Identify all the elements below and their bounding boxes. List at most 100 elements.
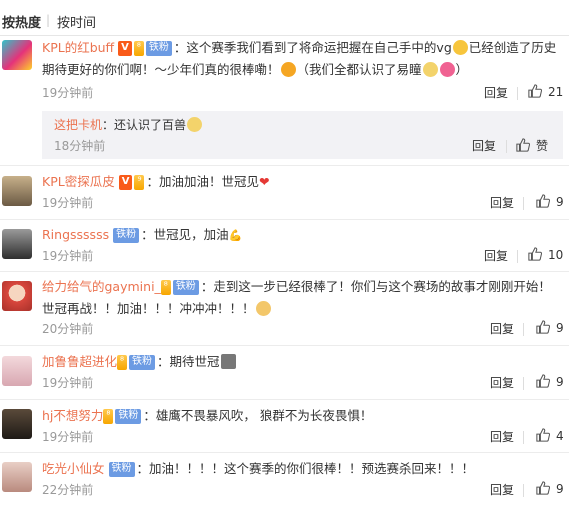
comment-author[interactable]: hj不想努力	[42, 408, 103, 423]
reply-button[interactable]: 回复	[484, 84, 508, 101]
reply-button[interactable]: 回复	[490, 374, 514, 391]
divider	[0, 165, 569, 166]
avatar[interactable]	[2, 409, 32, 439]
action-divider	[523, 323, 524, 336]
comment-time: 22分钟前	[42, 483, 94, 497]
fan-badge: 铁粉	[129, 355, 156, 370]
like-button[interactable]: 4	[536, 428, 564, 443]
reply-button[interactable]: 回复	[484, 247, 508, 264]
fan-badge: 铁粉	[172, 280, 199, 295]
vip-badge: V	[118, 175, 133, 190]
avatar[interactable]	[2, 40, 32, 70]
comment-body: Ringssssss 铁粉 ：世冠见，加油💪	[42, 224, 563, 247]
reply-button[interactable]: 回复	[490, 428, 514, 445]
avatar[interactable]	[2, 462, 32, 492]
divider	[0, 219, 569, 220]
action-divider	[523, 197, 524, 210]
emoji-icon	[187, 117, 203, 132]
sub-reply-box: 这把卡机：还认识了百兽 18分钟前 回复 赞	[42, 111, 563, 159]
like-button[interactable]: 10	[528, 247, 563, 262]
thumb-up-icon	[536, 481, 550, 495]
sort-by-hot[interactable]: 按热度	[2, 12, 41, 31]
comment-time: 20分钟前	[42, 322, 94, 336]
comment-text: ：期待世冠	[157, 354, 220, 369]
fan-badge: 铁粉	[108, 462, 135, 477]
thumb-up-icon	[528, 84, 542, 98]
reply-button[interactable]: 回复	[490, 194, 514, 211]
thumb-up-icon	[536, 428, 550, 442]
comment-time: 19分钟前	[42, 249, 94, 263]
reply-button[interactable]: 回复	[490, 481, 514, 498]
comment-text: ：世冠见，加油	[141, 227, 229, 242]
comment-author[interactable]: 吃光小仙女	[42, 461, 105, 476]
sort-by-time[interactable]: 按时间	[57, 12, 96, 31]
like-count: 10	[548, 248, 564, 262]
comment-body: 给力给气的gaymini_ ⁸ 铁粉 ：走到这一步已经很棒了！你们与这个赛场的故事才刚…	[42, 276, 563, 320]
like-button[interactable]: 21	[528, 84, 563, 99]
level-badge: ⁸	[117, 355, 128, 370]
emoji-icon	[452, 40, 468, 55]
action-divider	[523, 377, 524, 390]
comment-time: 19分钟前	[42, 376, 94, 390]
level-badge: ⁸	[133, 41, 144, 56]
heart-emoji-icon: ❤	[258, 174, 270, 189]
fan-badge: 铁粉	[113, 228, 140, 243]
thumb-up-icon	[536, 194, 550, 208]
comment-text: ：加油！！！！这个赛季的你们很棒！！预选赛杀回来！！！	[136, 461, 475, 476]
avatar[interactable]	[2, 176, 32, 206]
like-button[interactable]: 9	[536, 320, 564, 335]
divider	[0, 399, 569, 400]
divider	[0, 271, 569, 272]
sub-reply-author[interactable]: 这把卡机	[54, 118, 102, 132]
sub-like-button[interactable]: 赞	[516, 137, 548, 155]
heart-emoji-icon	[439, 62, 455, 77]
comment-author[interactable]: 加鲁鲁超进化	[42, 354, 117, 369]
comment-text: （我们全都认识了易瞳	[296, 62, 422, 77]
sub-reply-button[interactable]: 回复	[472, 137, 496, 155]
action-divider	[523, 484, 524, 497]
thumb-up-icon	[528, 247, 542, 261]
like-count: 9	[556, 321, 564, 335]
like-label: 赞	[536, 139, 549, 153]
comment-time: 19分钟前	[42, 86, 94, 100]
comment-author[interactable]: 给力给气的gaymini_	[42, 279, 161, 294]
divider	[0, 345, 569, 346]
level-badge: ⁸	[103, 409, 114, 424]
sort-separator: |	[46, 13, 51, 27]
action-divider	[517, 250, 518, 263]
emoji-icon	[422, 62, 438, 77]
avatar[interactable]	[2, 229, 32, 259]
sort-divider	[0, 35, 569, 36]
comment-body: 加鲁鲁超进化 ⁸ 铁粉 ：期待世冠	[42, 351, 563, 373]
like-button[interactable]: 9	[536, 481, 564, 496]
comment-author[interactable]: Ringssssss	[42, 227, 109, 242]
like-button[interactable]: 9	[536, 194, 564, 209]
comment-author[interactable]: KPL密探瓜皮	[42, 174, 115, 189]
action-divider	[523, 431, 524, 444]
emoji-icon	[280, 62, 296, 77]
thumb-up-icon	[536, 374, 550, 388]
reply-button[interactable]: 回复	[490, 320, 514, 337]
comment-text: ）	[455, 62, 469, 77]
like-count: 9	[556, 482, 564, 496]
comment-text: ：这个赛季我们看到了将命运把握在自己手中的vg	[173, 40, 452, 55]
avatar[interactable]	[2, 356, 32, 386]
vip-badge: V	[118, 41, 132, 56]
comment-body: KPL的红buff V ⁸ 铁粉 ：这个赛季我们看到了将命运把握在自己手中的vg 已经创…	[42, 37, 563, 81]
comment-author[interactable]: KPL的红buff	[42, 40, 114, 55]
action-divider	[517, 87, 518, 100]
sub-reply-text: ：还认识了百兽	[102, 118, 187, 132]
like-button[interactable]: 9	[536, 374, 564, 389]
emoji-icon	[220, 354, 236, 369]
thumb-up-icon	[536, 320, 550, 334]
comment-body: hj不想努力 ⁸ 铁粉 ：雄鹰不畏暴风吹， 狼群不为长夜畏惧！	[42, 405, 563, 427]
comment-text: ：加油加油！世冠见	[146, 174, 259, 189]
like-count: 9	[556, 375, 564, 389]
avatar[interactable]	[2, 281, 32, 311]
level-badge: ⁹	[134, 175, 145, 190]
muscle-emoji-icon: 💪	[228, 229, 243, 242]
like-count: 4	[556, 429, 564, 443]
action-divider	[506, 140, 507, 153]
like-count: 9	[556, 195, 564, 209]
fan-badge: 铁粉	[145, 41, 172, 56]
